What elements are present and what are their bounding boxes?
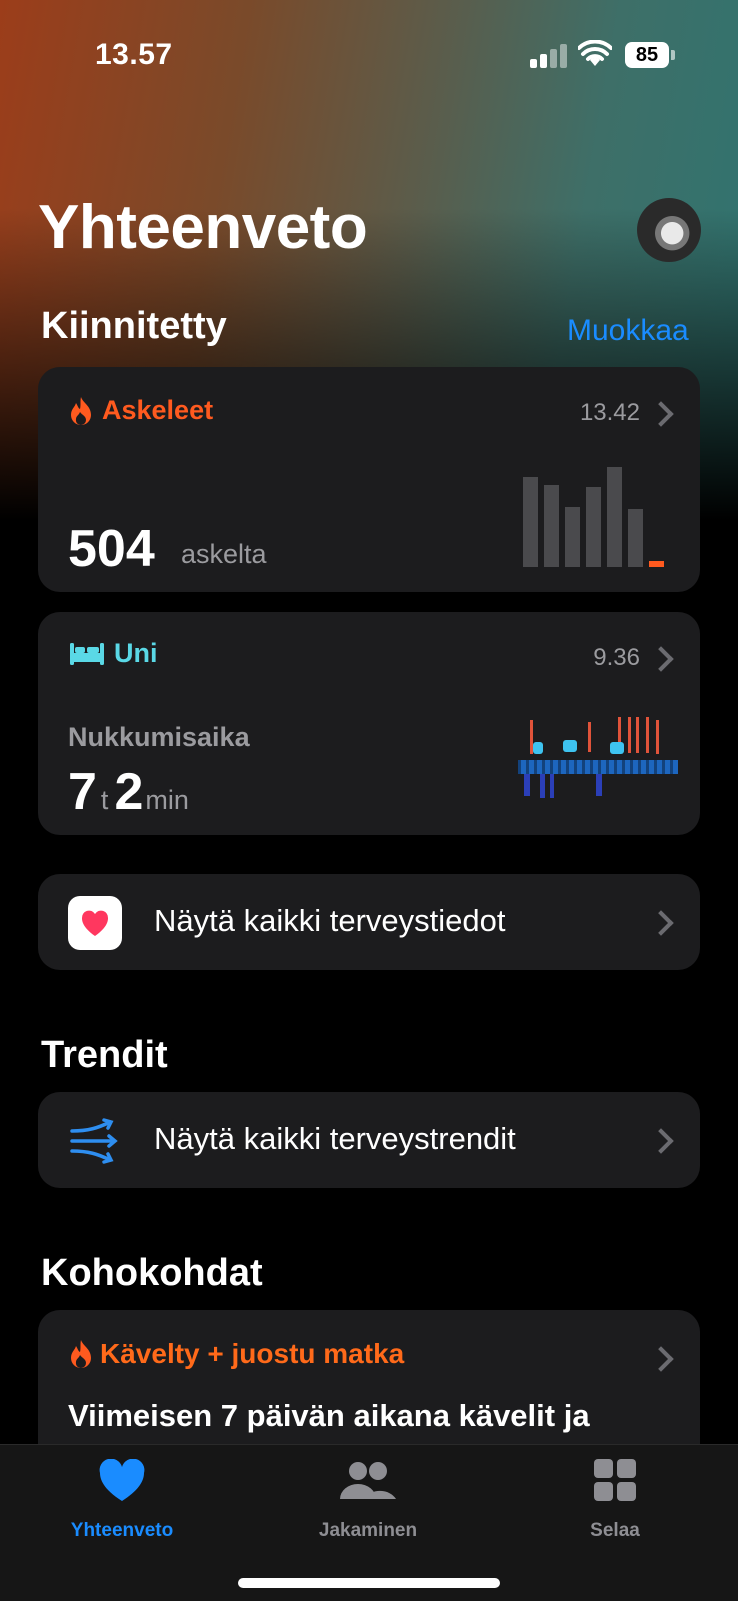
show-all-trends-label: Näytä kaikki terveystrendit — [154, 1121, 516, 1156]
heart-app-icon — [68, 896, 122, 950]
tab-summary-label: Yhteenveto — [70, 1520, 174, 1541]
steps-unit: askelta — [181, 539, 267, 569]
chevron-right-icon — [648, 646, 674, 672]
show-all-trends-row[interactable]: Näytä kaikki terveystrendit — [38, 1092, 700, 1188]
profile-avatar[interactable] — [637, 198, 701, 262]
steps-value: 504 — [68, 520, 155, 578]
page-title: Yhteenveto — [38, 193, 368, 262]
steps-bar — [523, 477, 538, 567]
grid-icon — [594, 1459, 636, 1501]
steps-bar — [565, 507, 580, 567]
flame-icon — [71, 1340, 91, 1369]
flame-icon — [71, 396, 91, 425]
steps-card-title: Askeleet — [102, 395, 214, 425]
trends-arrows-icon — [70, 1118, 118, 1164]
section-title-pinned: Kiinnitetty — [41, 305, 227, 347]
highlight-card-text: Viimeisen 7 päivän aikana kävelit ja — [68, 1398, 590, 1433]
sleep-duration: 7 t 2 min — [68, 762, 195, 822]
steps-bar-chart — [523, 467, 664, 567]
steps-bar — [628, 509, 643, 567]
heart-icon — [99, 1458, 145, 1501]
chevron-right-icon — [648, 401, 674, 427]
tab-sharing[interactable]: Jakaminen — [268, 1459, 468, 1542]
chevron-right-icon — [648, 1128, 674, 1154]
people-icon — [340, 1462, 396, 1499]
tab-sharing-label: Jakaminen — [318, 1520, 418, 1541]
highlight-card-header: Kävelty + juostu matka — [68, 1338, 404, 1370]
sleep-card[interactable]: Uni 9.36 Nukkumisaika 7 t 2 min — [38, 612, 700, 835]
sleep-hours: 7 — [68, 763, 97, 821]
section-title-trends: Trendit — [41, 1034, 168, 1076]
sleep-stages-chart — [518, 717, 678, 798]
chevron-right-icon — [648, 1346, 674, 1372]
edit-button[interactable]: Muokkaa — [567, 314, 689, 348]
sleep-hours-unit: t — [100, 785, 109, 815]
sleep-card-time: 9.36 — [593, 644, 640, 671]
steps-bar — [607, 467, 622, 567]
highlight-card-title: Kävelty + juostu matka — [100, 1338, 405, 1369]
chevron-right-icon — [648, 910, 674, 936]
show-all-health-data-row[interactable]: Näytä kaikki terveystiedot — [38, 874, 700, 970]
show-all-health-data-label: Näytä kaikki terveystiedot — [154, 903, 506, 938]
steps-card-header: Askeleet — [68, 395, 213, 426]
bed-icon — [70, 642, 104, 665]
section-title-highlights: Kohokohdat — [41, 1252, 263, 1294]
battery-level: 85 — [625, 42, 669, 68]
wifi-icon — [578, 40, 612, 66]
cellular-signal-icon — [530, 44, 568, 68]
status-time: 13.57 — [95, 38, 173, 71]
sleep-minutes: 2 — [114, 763, 144, 821]
sleep-minutes-unit: min — [145, 785, 189, 815]
status-bar: 13.57 85 — [0, 0, 738, 110]
tab-browse[interactable]: Selaa — [515, 1459, 715, 1542]
tab-browse-label: Selaa — [590, 1520, 640, 1541]
battery-icon: 85 — [625, 42, 675, 68]
steps-card-time: 13.42 — [579, 399, 640, 426]
steps-bar — [586, 487, 601, 567]
sleep-label: Nukkumisaika — [68, 722, 250, 752]
steps-bar — [544, 485, 559, 567]
home-indicator[interactable] — [238, 1578, 500, 1588]
steps-card[interactable]: Askeleet 13.42 504 askelta — [38, 367, 700, 592]
sleep-card-header: Uni — [68, 638, 158, 669]
steps-bar-today — [649, 561, 664, 567]
sleep-card-title: Uni — [114, 638, 158, 668]
tab-summary[interactable]: Yhteenveto — [22, 1458, 222, 1542]
